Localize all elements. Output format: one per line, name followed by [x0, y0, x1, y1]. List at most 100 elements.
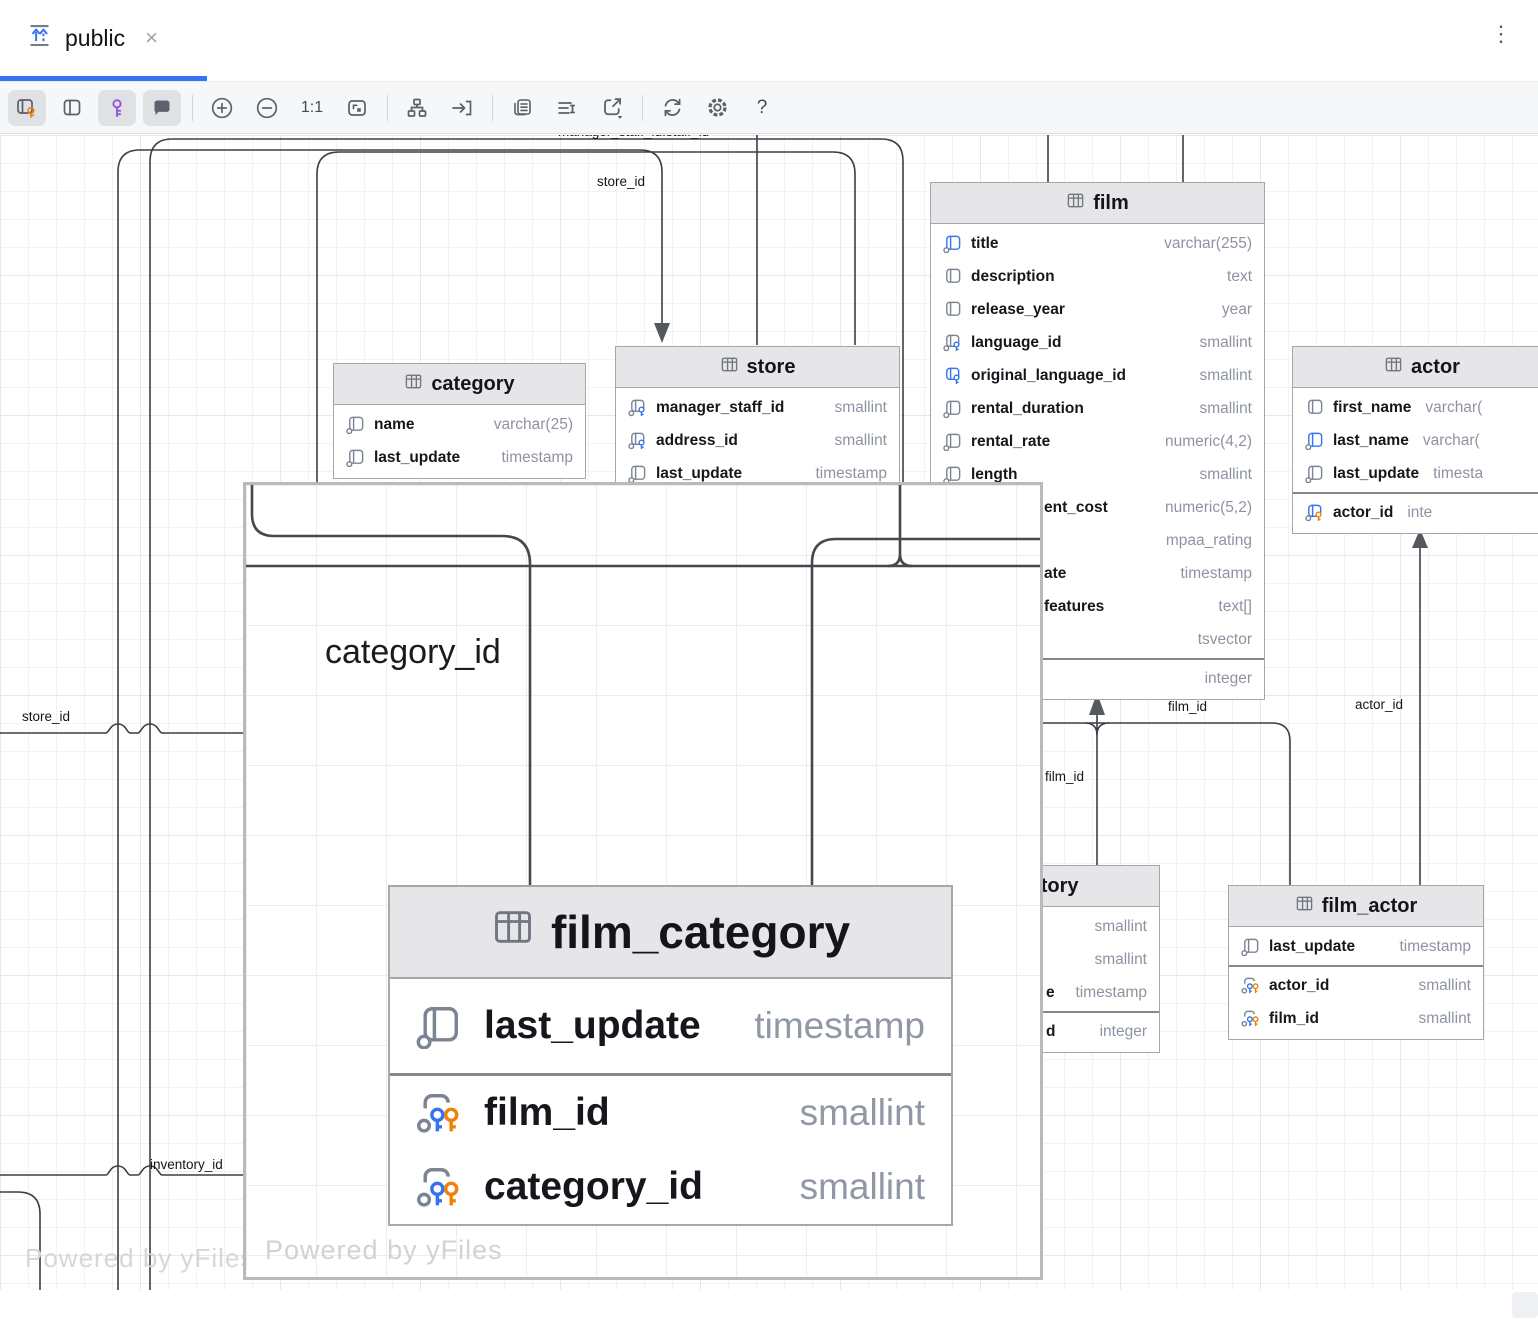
edge-label-inventory-id: inventory_id [150, 1157, 223, 1172]
table-icon [1295, 894, 1314, 919]
edge-label-film-id-left: film_id [1045, 769, 1084, 784]
primary-foreign-key-icon [416, 1164, 466, 1210]
tab-title: public [65, 25, 125, 52]
column-row: actor_idsmallint [1229, 969, 1483, 1002]
table-icon [1066, 191, 1085, 216]
column-icon [346, 448, 365, 467]
column-row: category_idsmallint [390, 1150, 951, 1224]
column-icon [1241, 937, 1260, 956]
table-film-category-header: film_category [390, 887, 951, 979]
schema-icon [26, 22, 53, 54]
edge-label-manager-staff: manager_staff_id.staff_id [558, 135, 709, 139]
export-diagram-button[interactable] [593, 90, 631, 126]
column-row: film_idsmallint [390, 1076, 951, 1150]
more-menu-button[interactable]: ⋮ [1490, 22, 1512, 46]
table-actor-header: actor [1293, 347, 1538, 388]
copy-diagram-button[interactable] [503, 90, 541, 126]
magnifier-popup[interactable]: category_id film_category last_updatetim… [243, 482, 1043, 1280]
scrollbar-corner [1512, 1292, 1538, 1318]
table-film-header: film [931, 183, 1264, 224]
table-icon [720, 355, 739, 380]
help-button[interactable]: ? [743, 90, 781, 126]
column-row: actor_idinte [1293, 496, 1538, 529]
actual-size-label: 1:1 [301, 99, 323, 117]
column-row: language_idsmallint [931, 326, 1264, 359]
column-icon [943, 267, 962, 286]
foreign-key-icon [628, 398, 647, 417]
key-separator [1229, 965, 1483, 967]
table-icon [1384, 355, 1403, 380]
refresh-button[interactable] [653, 90, 691, 126]
toolbar-separator [192, 95, 193, 121]
column-row: original_language_idsmallint [931, 359, 1264, 392]
table-store-header: store [616, 347, 899, 388]
fit-content-button[interactable] [338, 90, 376, 126]
primary-foreign-key-icon [1241, 976, 1260, 995]
diagram-canvas[interactable]: manager_staff_id.staff_id store_id store… [0, 135, 1538, 1290]
table-category-header: category [334, 364, 585, 405]
table-actor[interactable]: actor first_namevarchar( last_namevarcha… [1292, 346, 1538, 534]
yfiles-watermark: Powered by yFiles [265, 1235, 503, 1266]
settings-gear-button[interactable] [698, 90, 736, 126]
show-columns-button[interactable] [53, 90, 91, 126]
foreign-key-icon [943, 366, 962, 385]
column-icon [1305, 431, 1324, 450]
column-row: rental_durationsmallint [931, 392, 1264, 425]
column-row: release_yearyear [931, 293, 1264, 326]
column-row: film_idsmallint [1229, 1002, 1483, 1035]
key-separator [1293, 492, 1538, 494]
column-row: descriptiontext [931, 260, 1264, 293]
zoom-in-button[interactable] [203, 90, 241, 126]
column-icon [416, 1003, 466, 1049]
column-icon [943, 432, 962, 451]
table-title: store [747, 356, 796, 379]
zoom-out-button[interactable] [248, 90, 286, 126]
column-row: titlevarchar(255) [931, 227, 1264, 260]
table-title: film [1093, 192, 1129, 215]
column-row: last_updatetimestamp [390, 979, 951, 1073]
edge-label-store-id-left: store_id [22, 709, 70, 724]
primary-foreign-key-icon [1241, 1009, 1260, 1028]
tab-public[interactable]: public × [0, 0, 180, 76]
show-comments-button[interactable] [143, 90, 181, 126]
foreign-key-icon [943, 333, 962, 352]
column-row: last_namevarchar( [1293, 424, 1538, 457]
table-title: category [431, 373, 514, 396]
table-title: film_category [551, 905, 850, 959]
table-film-actor[interactable]: film_actor last_updatetimestamp actor_id… [1228, 885, 1484, 1040]
column-icon [1305, 398, 1324, 417]
table-title: actor [1411, 356, 1460, 379]
close-icon[interactable]: × [145, 27, 158, 49]
tab-bar: public × ⋮ [0, 0, 1538, 80]
edit-selection-button[interactable] [548, 90, 586, 126]
table-icon [404, 372, 423, 397]
table-film-actor-header: film_actor [1229, 886, 1483, 927]
column-icon [628, 464, 647, 483]
show-keys-button[interactable] [98, 90, 136, 126]
column-icon [346, 415, 365, 434]
er-diagram-app: public × ⋮ [0, 0, 1538, 1320]
column-row: manager_staff_idsmallint [616, 391, 899, 424]
yfiles-watermark: Powered by yFiles [25, 1243, 254, 1274]
edge-label-actor-id: actor_id [1355, 697, 1403, 712]
show-key-columns-button[interactable] [8, 90, 46, 126]
auto-layout-button[interactable] [398, 90, 436, 126]
toolbar-separator [492, 95, 493, 121]
diagram-toolbar: 1:1 [0, 81, 1538, 134]
table-film-category[interactable]: film_category last_updatetimestamp film_… [388, 885, 953, 1226]
jump-to-object-button[interactable] [443, 90, 481, 126]
column-row: rental_ratenumeric(4,2) [931, 425, 1264, 458]
table-title: film_actor [1322, 895, 1418, 918]
table-store[interactable]: store manager_staff_idsmallint address_i… [615, 346, 900, 495]
help-label: ? [757, 97, 768, 119]
column-row: namevarchar(25) [334, 408, 585, 441]
column-icon [943, 234, 962, 253]
column-row: last_updatetimesta [1293, 457, 1538, 490]
column-icon [943, 399, 962, 418]
table-icon [491, 905, 535, 960]
scrollbar-track[interactable] [0, 1290, 1538, 1320]
table-category[interactable]: category namevarchar(25) last_updatetime… [333, 363, 586, 479]
actual-size-button[interactable]: 1:1 [293, 90, 331, 126]
toolbar-separator [387, 95, 388, 121]
primary-key-icon [1305, 503, 1324, 522]
